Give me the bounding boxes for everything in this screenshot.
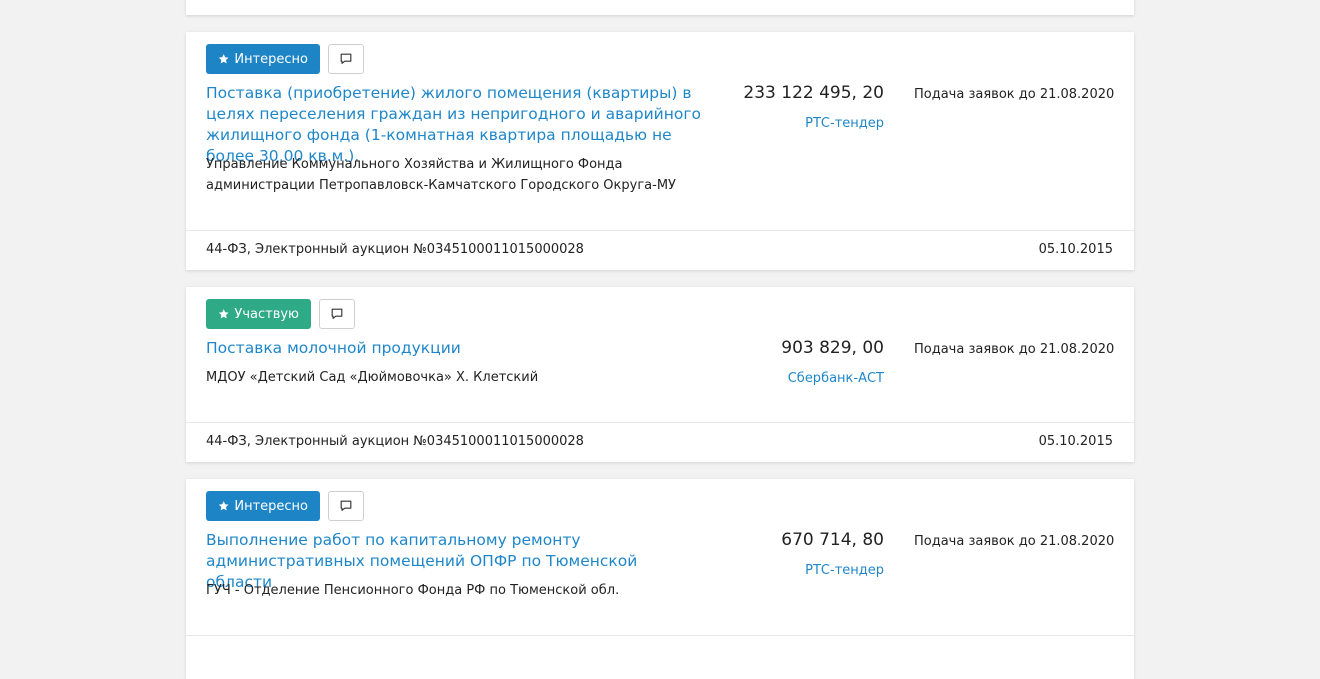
publish-date: 05.10.2015	[1038, 434, 1113, 449]
tender-platform-link[interactable]: РТС-тендер	[805, 116, 884, 131]
tag-interesting-button[interactable]: Интересно	[206, 491, 320, 521]
tender-card: Интересно Выполнение работ по капитально…	[186, 479, 1134, 679]
procurement-info: 44-ФЗ, Электронный аукцион №034510001101…	[206, 434, 584, 449]
tag-label: Интересно	[234, 498, 308, 514]
tender-deadline: Подача заявок до 21.08.2020	[914, 342, 1115, 357]
comment-icon	[340, 53, 352, 64]
star-icon	[218, 501, 229, 511]
tender-price: 233 122 495, 20	[743, 83, 884, 103]
comment-button[interactable]	[319, 299, 355, 329]
tender-customer: ГУЧ - Отделение Пенсионного Фонда РФ по …	[206, 583, 620, 598]
card-footer: 44-ФЗ, Электронный аукцион №034510001101…	[186, 422, 1134, 462]
tender-card: Интересно Поставка (приобретение) жилого…	[186, 32, 1134, 270]
comment-icon	[340, 500, 352, 511]
tender-customer: Управление Коммунального Хозяйства и Жил…	[206, 157, 676, 193]
tender-customer: МДОУ «Детский Сад «Дюймовочка» Х. Клетск…	[206, 370, 539, 385]
tag-interesting-button[interactable]: Интересно	[206, 44, 320, 74]
comment-button[interactable]	[328, 44, 364, 74]
tender-deadline: Подача заявок до 21.08.2020	[914, 87, 1115, 102]
tender-platform-link[interactable]: РТС-тендер	[805, 563, 884, 578]
star-icon	[218, 309, 229, 319]
tender-price: 670 714, 80	[781, 530, 884, 550]
tender-title-link[interactable]: Поставка молочной продукции	[206, 338, 706, 359]
tender-card: Участвую Поставка молочной продукции МДО…	[186, 287, 1134, 462]
card-footer-divider	[186, 635, 1134, 636]
comment-icon	[331, 308, 343, 319]
comment-button[interactable]	[328, 491, 364, 521]
procurement-info: 44-ФЗ, Электронный аукцион №034510001101…	[206, 242, 584, 257]
tag-participating-button[interactable]: Участвую	[206, 299, 311, 329]
tender-price: 903 829, 00	[781, 338, 884, 358]
card-footer: 44-ФЗ, Электронный аукцион №034510001101…	[186, 230, 1134, 270]
tender-card-partial-top	[186, 0, 1134, 15]
tag-label: Интересно	[234, 51, 308, 67]
star-icon	[218, 54, 229, 64]
publish-date: 05.10.2015	[1038, 242, 1113, 257]
tag-label: Участвую	[234, 306, 299, 322]
tender-platform-link[interactable]: Сбербанк-АСТ	[788, 371, 884, 386]
tender-deadline: Подача заявок до 21.08.2020	[914, 534, 1115, 549]
